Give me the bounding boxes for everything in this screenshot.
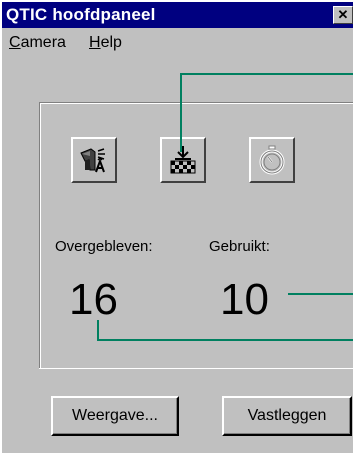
callout-line-capture: [180, 73, 353, 152]
main-panel-window: QTIC hoofdpaneel ✕ Camera Help Overgeble…: [0, 0, 353, 453]
callout-line-remaining: [97, 320, 353, 341]
callout-lines: [97, 73, 353, 341]
